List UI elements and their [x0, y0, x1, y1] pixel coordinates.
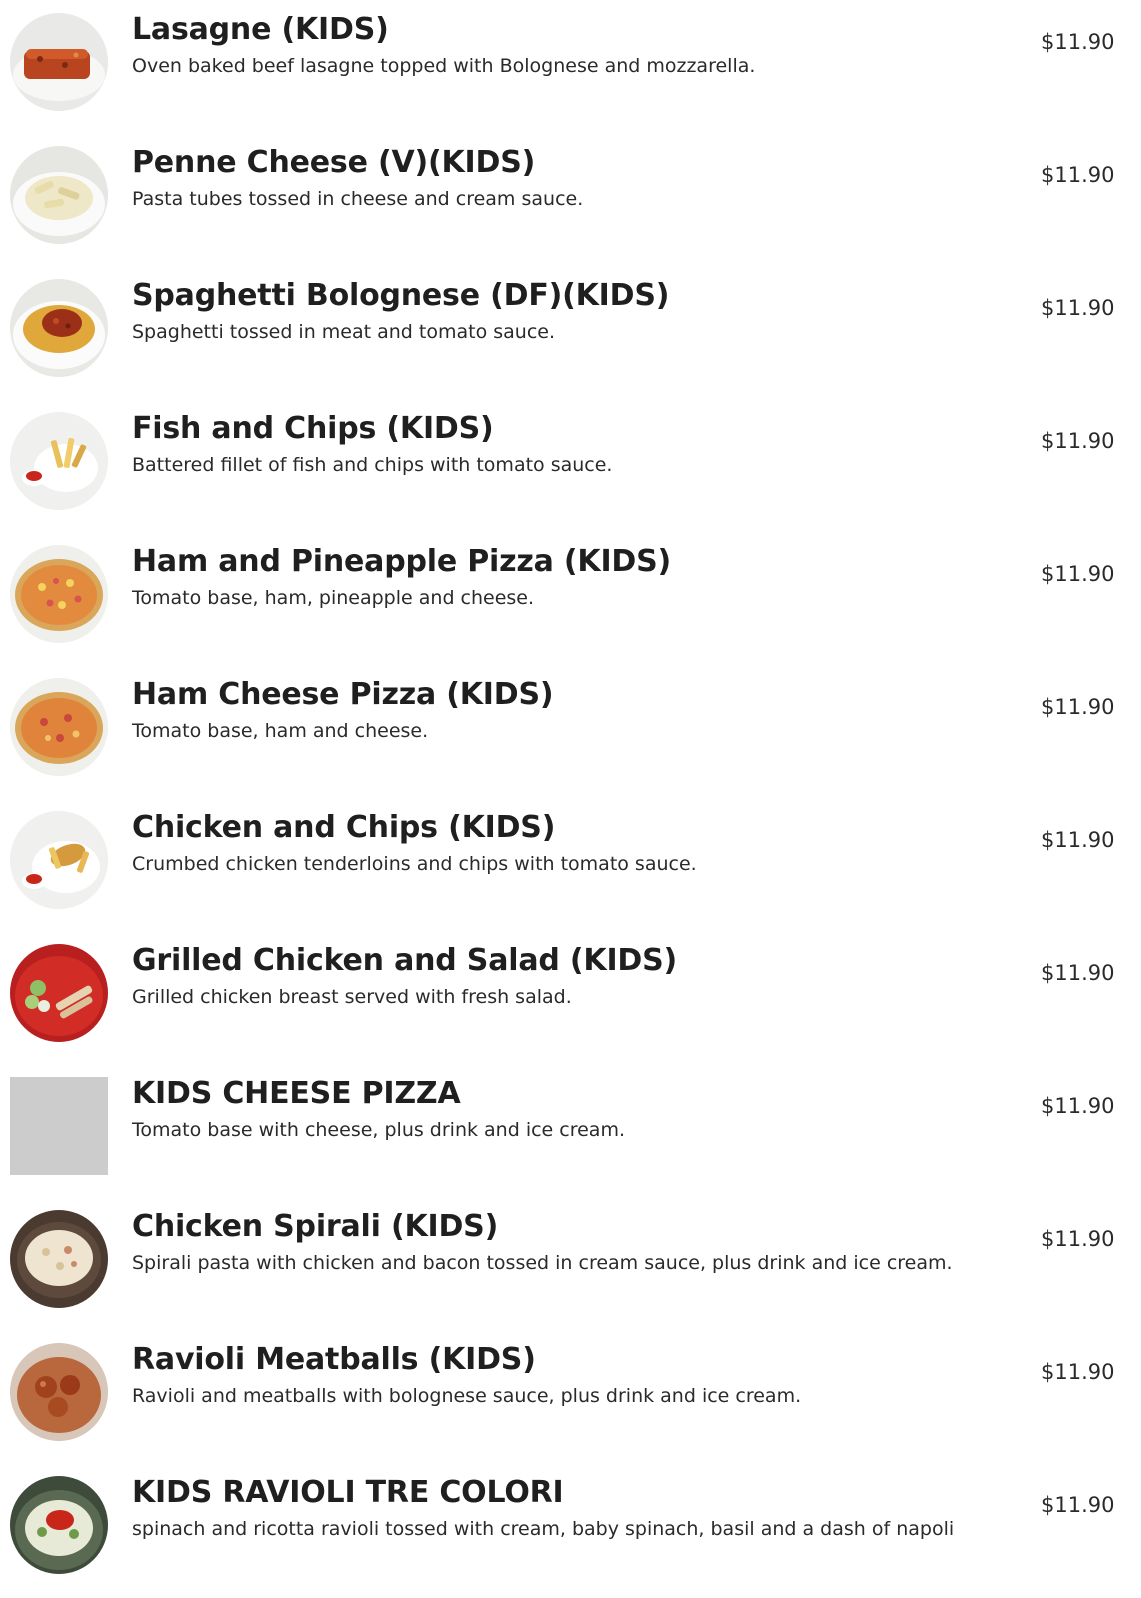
item-title: Chicken and Chips (KIDS): [132, 810, 556, 845]
item-title: Grilled Chicken and Salad (KIDS): [132, 943, 678, 978]
menu-item-grilled-chicken-salad[interactable]: Grilled Chicken and Salad (KIDS) Grilled…: [0, 931, 1141, 1064]
item-description: Spaghetti tossed in meat and tomato sauc…: [132, 321, 556, 343]
item-price: $11.90: [1041, 1227, 1115, 1251]
fish-and-chips-photo: [10, 412, 108, 510]
ravioli-meatballs-photo: [10, 1343, 108, 1441]
item-description: spinach and ricotta ravioli tossed with …: [132, 1518, 955, 1540]
menu-item-lasagne[interactable]: Lasagne (KIDS) Oven baked beef lasagne t…: [0, 0, 1141, 133]
item-title: Ham Cheese Pizza (KIDS): [132, 677, 554, 712]
menu-item-ravioli-tre-colori[interactable]: KIDS RAVIOLI TRE COLORI spinach and rico…: [0, 1463, 1141, 1596]
ham-cheese-pizza-photo: [10, 678, 108, 776]
menu-item-ravioli-meatballs[interactable]: Ravioli Meatballs (KIDS) Ravioli and mea…: [0, 1330, 1141, 1463]
menu-item-ham-pineapple-pizza[interactable]: Ham and Pineapple Pizza (KIDS) Tomato ba…: [0, 532, 1141, 665]
item-title: Chicken Spirali (KIDS): [132, 1209, 499, 1244]
menu-item-kids-cheese-pizza[interactable]: KIDS CHEESE PIZZA Tomato base with chees…: [0, 1064, 1141, 1197]
item-title: KIDS RAVIOLI TRE COLORI: [132, 1475, 564, 1510]
chicken-and-chips-photo: [10, 811, 108, 909]
menu-item-chicken-spirali[interactable]: Chicken Spirali (KIDS) Spirali pasta wit…: [0, 1197, 1141, 1330]
menu-item-spaghetti-bolognese[interactable]: Spaghetti Bolognese (DF)(KIDS) Spaghetti…: [0, 266, 1141, 399]
item-title: Penne Cheese (V)(KIDS): [132, 145, 536, 180]
item-title: Lasagne (KIDS): [132, 12, 389, 47]
kids-menu-list: Lasagne (KIDS) Oven baked beef lasagne t…: [0, 0, 1141, 1598]
ham-pineapple-pizza-photo: [10, 545, 108, 643]
item-description: Tomato base, ham and cheese.: [132, 720, 429, 742]
item-price: $11.90: [1041, 429, 1115, 453]
item-description: Spirali pasta with chicken and bacon tos…: [132, 1252, 953, 1274]
item-description: Battered fillet of fish and chips with t…: [132, 454, 613, 476]
item-title: Spaghetti Bolognese (DF)(KIDS): [132, 278, 670, 313]
item-description: Crumbed chicken tenderloins and chips wi…: [132, 853, 697, 875]
menu-item-penne-cheese[interactable]: Penne Cheese (V)(KIDS) Pasta tubes tosse…: [0, 133, 1141, 266]
item-price: $11.90: [1041, 296, 1115, 320]
grilled-chicken-salad-photo: [10, 944, 108, 1042]
menu-item-chicken-and-chips[interactable]: Chicken and Chips (KIDS) Crumbed chicken…: [0, 798, 1141, 931]
lasagne-photo: [10, 13, 108, 111]
item-description: Pasta tubes tossed in cheese and cream s…: [132, 188, 584, 210]
penne-cheese-photo: [10, 146, 108, 244]
item-price: $11.90: [1041, 1493, 1115, 1517]
item-price: $11.90: [1041, 1094, 1115, 1118]
item-description: Tomato base with cheese, plus drink and …: [132, 1119, 625, 1141]
item-price: $11.90: [1041, 828, 1115, 852]
item-description: Oven baked beef lasagne topped with Bolo…: [132, 55, 756, 77]
image-placeholder: [10, 1077, 108, 1175]
chicken-spirali-photo: [10, 1210, 108, 1308]
item-description: Tomato base, ham, pineapple and cheese.: [132, 587, 535, 609]
menu-item-fish-and-chips[interactable]: Fish and Chips (KIDS) Battered fillet of…: [0, 399, 1141, 532]
item-price: $11.90: [1041, 30, 1115, 54]
item-price: $11.90: [1041, 961, 1115, 985]
item-title: Ham and Pineapple Pizza (KIDS): [132, 544, 672, 579]
item-description: Ravioli and meatballs with bolognese sau…: [132, 1385, 802, 1407]
item-price: $11.90: [1041, 163, 1115, 187]
item-price: $11.90: [1041, 695, 1115, 719]
item-price: $11.90: [1041, 1360, 1115, 1384]
item-description: Grilled chicken breast served with fresh…: [132, 986, 572, 1008]
menu-item-ham-cheese-pizza[interactable]: Ham Cheese Pizza (KIDS) Tomato base, ham…: [0, 665, 1141, 798]
item-price: $11.90: [1041, 562, 1115, 586]
item-title: KIDS CHEESE PIZZA: [132, 1076, 461, 1111]
item-title: Ravioli Meatballs (KIDS): [132, 1342, 536, 1377]
item-title: Fish and Chips (KIDS): [132, 411, 494, 446]
ravioli-tre-colori-photo: [10, 1476, 108, 1574]
spaghetti-bolognese-photo: [10, 279, 108, 377]
